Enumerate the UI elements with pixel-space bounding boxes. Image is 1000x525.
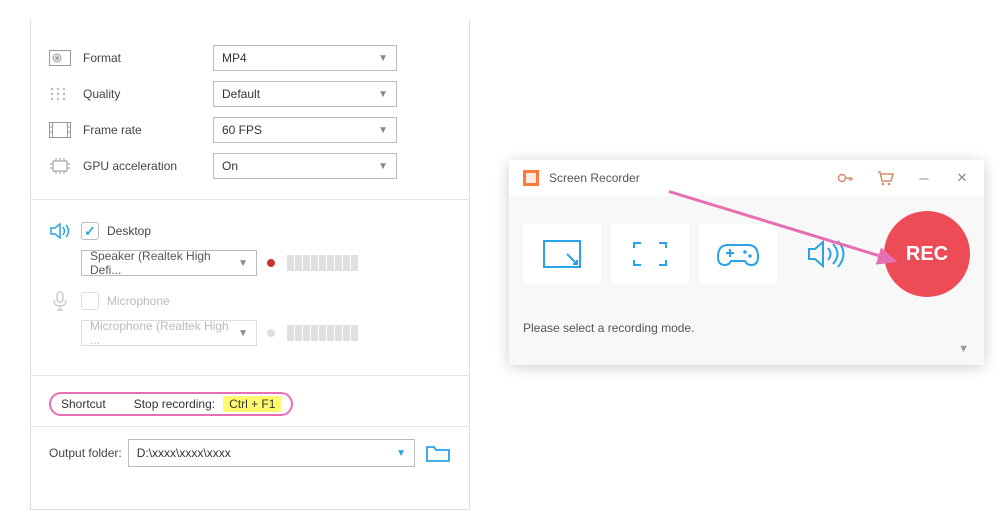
quality-row: Quality Default ▼: [49, 76, 451, 112]
desktop-audio-label: Desktop: [107, 224, 151, 238]
desktop-level-meter: [287, 255, 358, 271]
status-hint: Please select a recording mode.: [523, 321, 694, 335]
gpu-select[interactable]: On ▼: [213, 153, 397, 179]
microphone-level-meter: [287, 325, 358, 341]
microphone-audio-group: Microphone Microphone (Realtek High ... …: [49, 290, 451, 346]
microphone-device-value: Microphone (Realtek High ...: [90, 319, 238, 347]
settings-panel: Format MP4 ▼ Quality Default ▼ Frame rat…: [30, 20, 470, 510]
output-section: Output folder: D:\xxxx\xxxx\xxxx ▼: [31, 427, 469, 479]
framerate-select[interactable]: 60 FPS ▼: [213, 117, 397, 143]
titlebar: Screen Recorder ─ ✕: [509, 160, 984, 196]
gpu-icon: [49, 157, 71, 175]
chevron-down-icon[interactable]: ▼: [958, 343, 969, 355]
chevron-down-icon: ▼: [396, 448, 406, 459]
recorder-window: Screen Recorder ─ ✕ REC: [509, 160, 984, 365]
format-row: Format MP4 ▼: [49, 40, 451, 76]
status-bar: Please select a recording mode. ▼: [509, 309, 984, 365]
desktop-device-select[interactable]: Speaker (Realtek High Defi... ▼: [81, 250, 257, 276]
minimize-button[interactable]: ─: [916, 170, 932, 186]
shortcut-label: Shortcut: [61, 397, 106, 411]
chevron-down-icon: ▼: [378, 125, 388, 136]
shortcut-section: Shortcut Stop recording: Ctrl + F1: [31, 376, 469, 427]
recording-dot-icon: [267, 329, 275, 337]
shortcut-box: Shortcut Stop recording: Ctrl + F1: [49, 392, 293, 416]
titlebar-left: Screen Recorder: [522, 169, 640, 187]
framerate-row: Frame rate 60 FPS ▼: [49, 112, 451, 148]
output-folder-value: D:\xxxx\xxxx\xxxx: [137, 446, 231, 460]
settings-top: Format MP4 ▼ Quality Default ▼ Frame rat…: [31, 20, 469, 200]
gpu-label: GPU acceleration: [83, 159, 213, 173]
format-icon: [49, 49, 71, 67]
desktop-device-row: Speaker (Realtek High Defi... ▼: [81, 250, 451, 276]
microphone-device-select[interactable]: Microphone (Realtek High ... ▼: [81, 320, 257, 346]
mode-region-button[interactable]: [523, 224, 601, 284]
chevron-down-icon: ▼: [378, 53, 388, 64]
cart-icon[interactable]: [876, 169, 894, 187]
shortcut-key: Ctrl + F1: [223, 396, 281, 412]
chevron-down-icon: ▼: [238, 328, 248, 339]
desktop-checkbox[interactable]: [81, 222, 99, 240]
desktop-audio-row: Desktop: [49, 220, 451, 242]
chevron-down-icon: ▼: [238, 258, 248, 269]
chevron-down-icon: ▼: [378, 161, 388, 172]
app-title: Screen Recorder: [549, 171, 640, 185]
speaker-icon: [49, 220, 75, 242]
microphone-icon: [49, 290, 75, 312]
microphone-audio-label: Microphone: [107, 294, 170, 308]
microphone-audio-row: Microphone: [49, 290, 451, 312]
format-label: Format: [83, 51, 213, 65]
desktop-device-value: Speaker (Realtek High Defi...: [90, 249, 238, 277]
microphone-device-row: Microphone (Realtek High ... ▼: [81, 320, 451, 346]
microphone-checkbox[interactable]: [81, 292, 99, 310]
app-logo-icon: [522, 169, 540, 187]
shortcut-mid: Stop recording:: [134, 397, 215, 411]
quality-value: Default: [222, 87, 260, 101]
mode-game-button[interactable]: [699, 224, 777, 284]
output-folder-select[interactable]: D:\xxxx\xxxx\xxxx ▼: [128, 439, 415, 467]
quality-icon: [49, 85, 71, 103]
folder-icon[interactable]: [425, 442, 451, 464]
close-button[interactable]: ✕: [954, 170, 970, 186]
quality-select[interactable]: Default ▼: [213, 81, 397, 107]
format-value: MP4: [222, 51, 247, 65]
output-label: Output folder:: [49, 446, 122, 460]
gpu-value: On: [222, 159, 238, 173]
chevron-down-icon: ▼: [378, 89, 388, 100]
rec-button-label: REC: [906, 243, 948, 266]
framerate-label: Frame rate: [83, 123, 213, 137]
audio-section: Desktop Speaker (Realtek High Defi... ▼: [31, 200, 469, 376]
format-select[interactable]: MP4 ▼: [213, 45, 397, 71]
framerate-value: 60 FPS: [222, 123, 262, 137]
gpu-row: GPU acceleration On ▼: [49, 148, 451, 184]
framerate-icon: [49, 121, 71, 139]
recording-dot-icon: [267, 259, 275, 267]
mode-fullscreen-button[interactable]: [611, 224, 689, 284]
key-icon[interactable]: [836, 169, 854, 187]
titlebar-right: ─ ✕: [836, 169, 970, 187]
quality-label: Quality: [83, 87, 213, 101]
desktop-audio-group: Desktop Speaker (Realtek High Defi... ▼: [49, 220, 451, 276]
